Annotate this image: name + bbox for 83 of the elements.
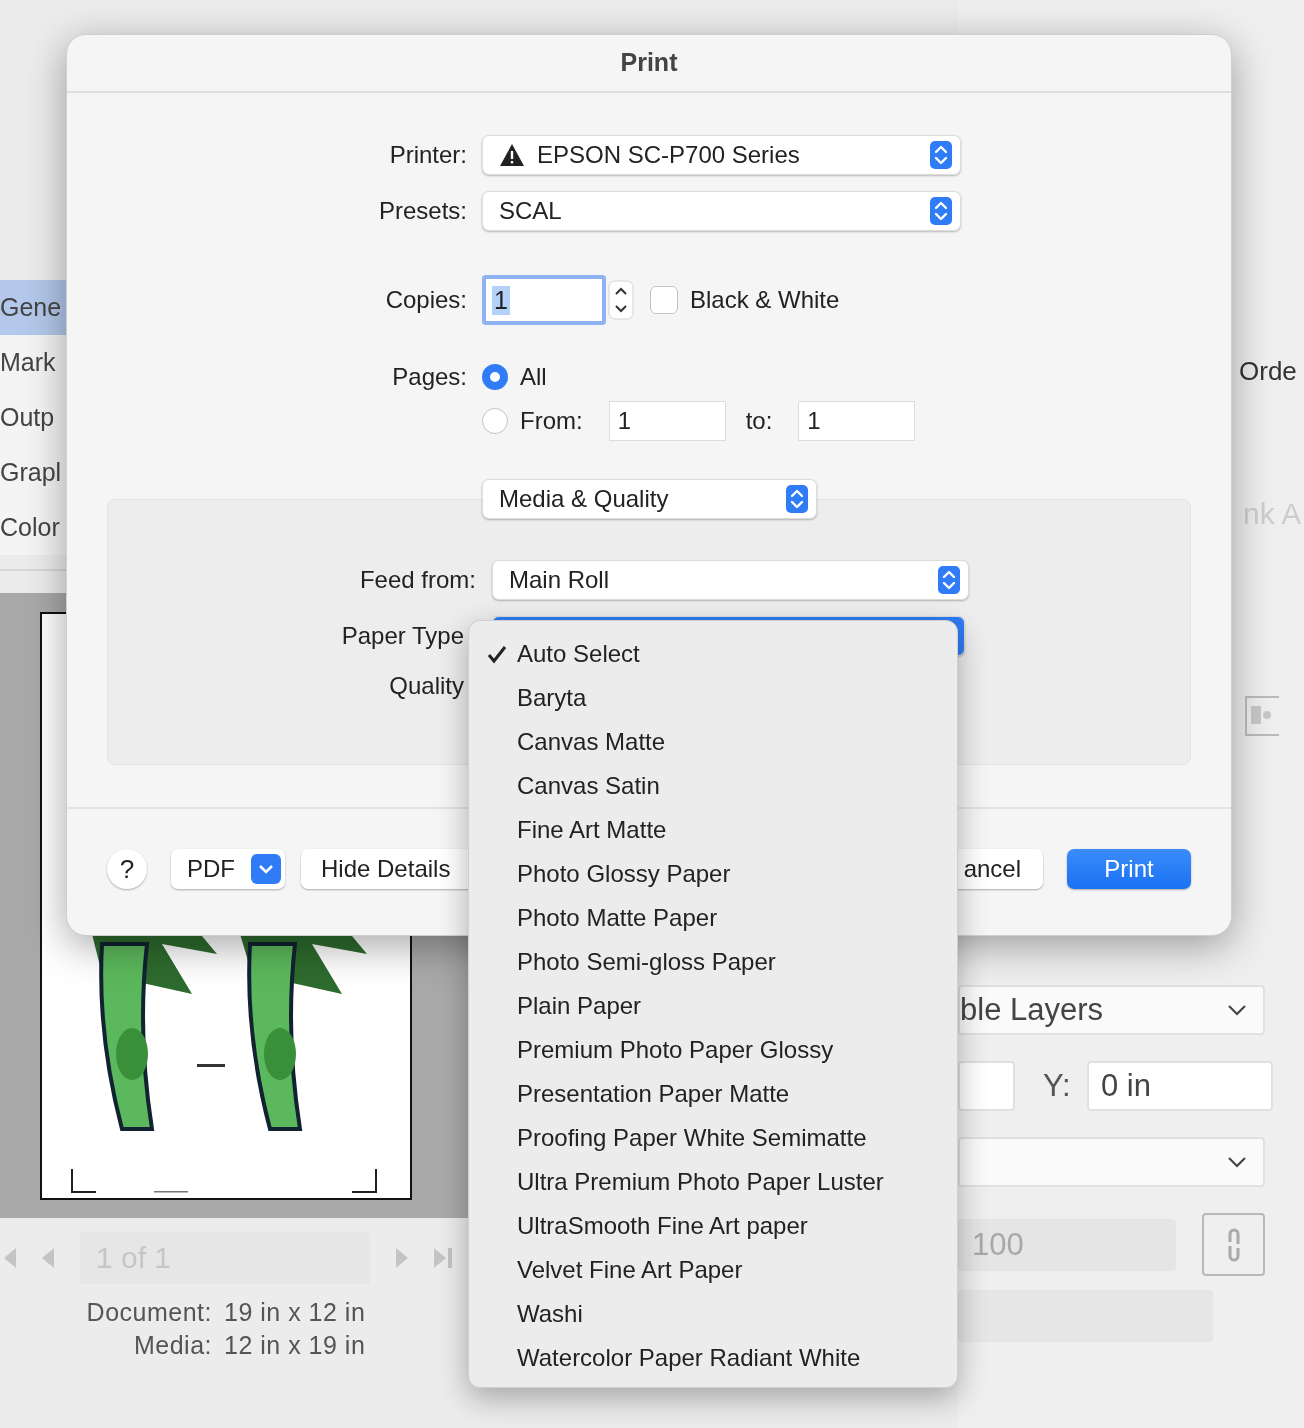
updown-arrows-icon [938, 566, 960, 594]
presets-label: Presets: [377, 197, 467, 225]
menu-item-label: Canvas Satin [517, 772, 660, 800]
menu-item-label: UltraSmooth Fine Art paper [517, 1212, 808, 1240]
menu-item-label: Proofing Paper White Semimatte [517, 1124, 867, 1152]
presets-select[interactable]: SCAL [482, 191, 961, 231]
menu-item[interactable]: Proofing Paper White Semimatte [469, 1116, 957, 1160]
pdf-menu-button[interactable]: PDF [171, 849, 285, 889]
printer-select[interactable]: EPSON SC-P700 Series [482, 135, 961, 175]
to-field[interactable]: 1 [798, 401, 916, 441]
panel-select[interactable]: Media & Quality [482, 479, 817, 519]
feed-select[interactable]: Main Roll [492, 560, 969, 600]
radio-label: From: [520, 407, 583, 435]
menu-item[interactable]: UltraSmooth Fine Art paper [469, 1204, 957, 1248]
document-label: Document: [85, 1298, 212, 1327]
menu-item-label: Washi [517, 1300, 583, 1328]
feed-label: Feed from: [358, 566, 476, 594]
menu-item[interactable]: Photo Semi-gloss Paper [469, 940, 957, 984]
stepper-icon[interactable] [608, 280, 634, 320]
menu-item[interactable]: Velvet Fine Art Paper [469, 1248, 957, 1292]
radio-button[interactable] [482, 408, 508, 434]
menu-item[interactable]: Auto Select [469, 632, 957, 676]
scale-field: 100 [958, 1218, 1176, 1271]
x-field[interactable] [958, 1061, 1015, 1111]
menu-item[interactable]: Canvas Satin [469, 764, 957, 808]
quality-label: Quality [388, 672, 465, 700]
menu-item-label: Plain Paper [517, 992, 642, 1020]
media-size: 12 in x 19 in [224, 1331, 367, 1360]
menu-item-label: Premium Photo Paper Glossy [517, 1036, 834, 1064]
menu-item-label: Photo Glossy Paper [517, 860, 731, 888]
menu-item-label: Velvet Fine Art Paper [517, 1256, 743, 1284]
chevron-down-icon [251, 854, 281, 884]
to-label: to: [745, 407, 773, 435]
radio-label: All [520, 363, 547, 391]
previous-page-icon[interactable] [42, 1248, 54, 1268]
dialog-title: Print [67, 35, 1231, 93]
y-label: Y: [1043, 1068, 1072, 1104]
menu-item[interactable]: Presentation Paper Matte [469, 1072, 957, 1116]
section-heading: Orde [1239, 356, 1297, 387]
menu-item-label: Photo Semi-gloss Paper [517, 948, 776, 976]
menu-item-label: Watercolor Paper Radiant White [517, 1344, 861, 1372]
updown-arrows-icon [786, 485, 808, 513]
radio-button[interactable] [482, 364, 508, 390]
copies-label: Copies: [384, 286, 467, 314]
help-button[interactable]: ? [107, 849, 147, 889]
menu-item[interactable]: Baryta [469, 676, 957, 720]
menu-item-label: Baryta [517, 684, 587, 712]
from-field[interactable]: 1 [608, 401, 726, 441]
first-page-icon[interactable] [4, 1248, 16, 1268]
checkbox-label: Black & White [690, 286, 840, 314]
menu-item-label: Ultra Premium Photo Paper Luster [517, 1168, 884, 1196]
y-field[interactable]: 0 in [1087, 1061, 1273, 1111]
menu-item[interactable]: Premium Photo Paper Glossy [469, 1028, 957, 1072]
menu-item-label: Canvas Matte [517, 728, 666, 756]
chevron-down-icon [1227, 1156, 1247, 1168]
media-label: Media: [132, 1331, 212, 1360]
layers-select[interactable]: ble Layers [958, 985, 1265, 1035]
menu-item-label: Photo Matte Paper [517, 904, 718, 932]
next-page-icon[interactable] [396, 1248, 408, 1268]
updown-arrows-icon [930, 141, 952, 169]
print-button[interactable]: Print [1067, 849, 1191, 889]
menu-item[interactable]: Ultra Premium Photo Paper Luster [469, 1160, 957, 1204]
updown-arrows-icon [930, 197, 952, 225]
paper-type-label: Paper Type [340, 622, 465, 650]
document-size: 19 in x 12 in [224, 1298, 367, 1327]
menu-item[interactable]: Washi [469, 1292, 957, 1336]
menu-item[interactable]: Canvas Matte [469, 720, 957, 764]
dropdown[interactable] [958, 1137, 1265, 1187]
menu-item[interactable]: Watercolor Paper Radiant White [469, 1336, 957, 1380]
menu-item-label: Auto Select [517, 640, 640, 668]
layout-icon[interactable] [1245, 696, 1279, 736]
checkbox[interactable] [650, 286, 678, 314]
menu-item[interactable]: Photo Matte Paper [469, 896, 957, 940]
chevron-down-icon [1227, 1004, 1247, 1016]
menu-item-label: Fine Art Matte [517, 816, 667, 844]
printer-label: Printer: [388, 141, 467, 169]
copies-field[interactable]: 1 [482, 275, 606, 325]
menu-item[interactable]: Plain Paper [469, 984, 957, 1028]
link-button[interactable] [1202, 1213, 1265, 1276]
last-page-icon[interactable] [434, 1248, 452, 1268]
pages-label: Pages: [391, 363, 467, 391]
menu-item-label: Presentation Paper Matte [517, 1080, 790, 1108]
menu-item[interactable]: Fine Art Matte [469, 808, 957, 852]
